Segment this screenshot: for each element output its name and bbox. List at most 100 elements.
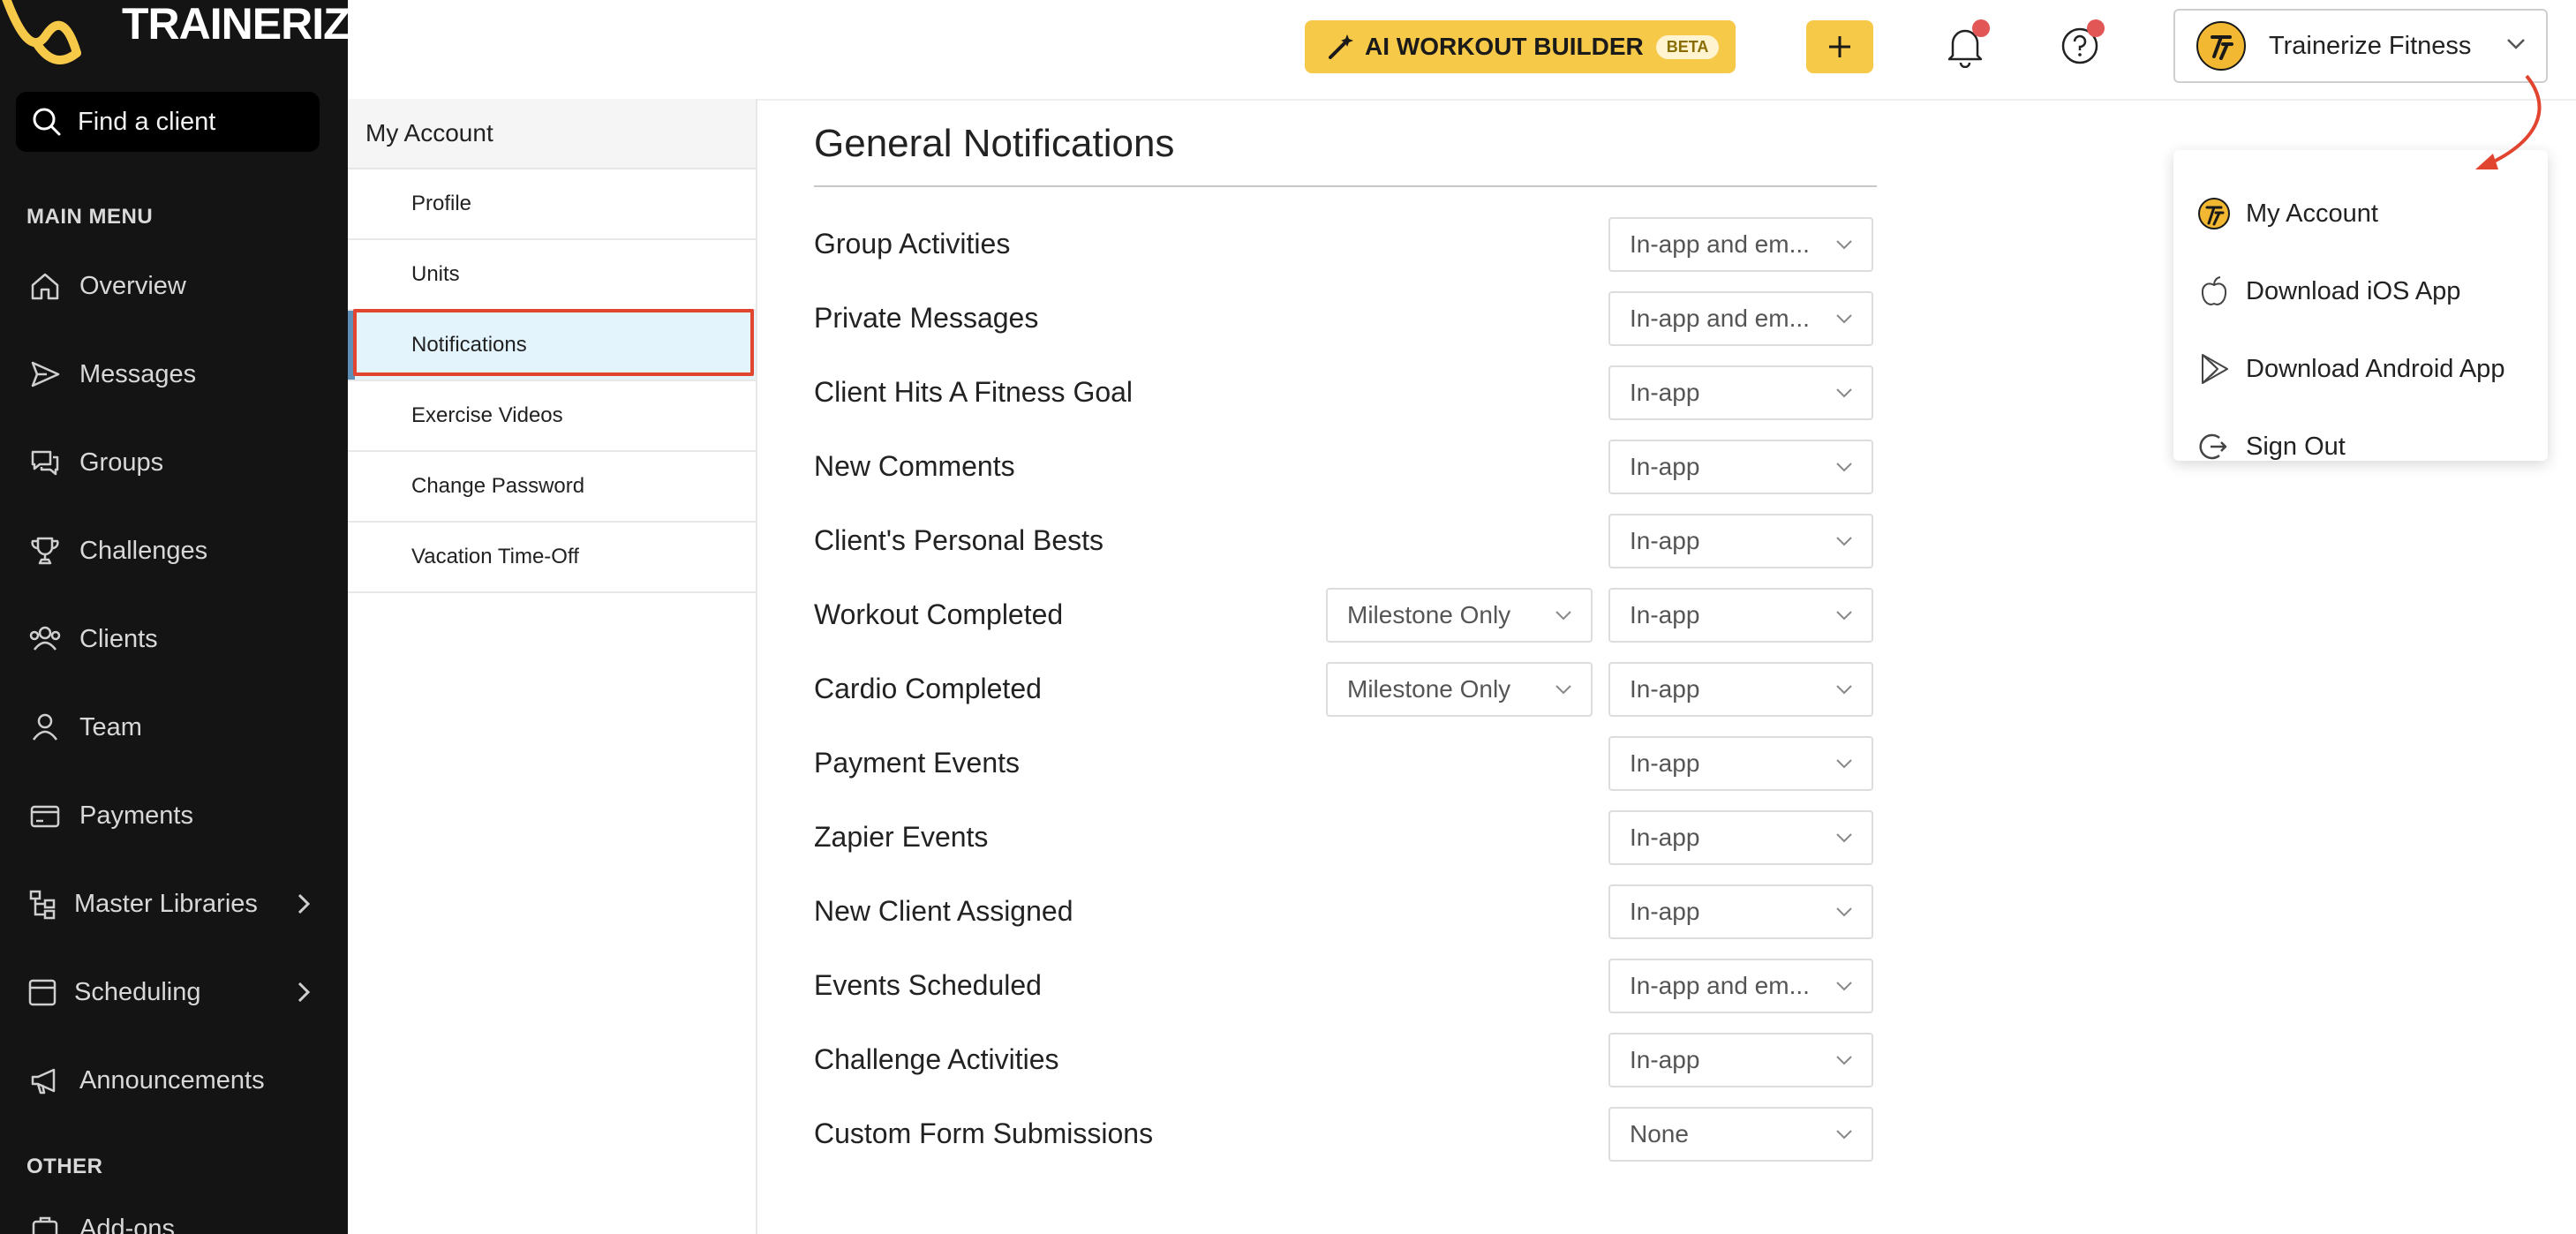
sidebar-item-payments[interactable]: Payments (25, 789, 325, 842)
chevron-down-icon (1555, 611, 1571, 621)
help-button[interactable] (2053, 19, 2106, 72)
select-value: In-app (1630, 1046, 1700, 1073)
beta-badge: BETA (1655, 34, 1720, 59)
notification-row: Zapier Events In-app (814, 810, 1879, 865)
chevron-down-icon (1836, 537, 1852, 546)
menu-item-download-android[interactable]: Download Android App (2196, 342, 2504, 395)
magic-wand-icon (1329, 34, 1353, 59)
sidebar-item-overview[interactable]: Overview (25, 260, 325, 312)
menu-item-download-ios[interactable]: Download iOS App (2196, 265, 2460, 318)
delivery-select[interactable]: In-app (1608, 736, 1873, 791)
add-ons-icon (25, 1208, 65, 1234)
chevron-down-icon (1836, 833, 1852, 843)
chevron-down-icon (1836, 685, 1852, 695)
chevron-down-icon (1836, 611, 1852, 621)
subnav-item-profile[interactable]: Profile (348, 169, 756, 240)
sidebar-item-label: Scheduling (74, 977, 201, 1006)
menu-item-label: My Account (2246, 199, 2378, 228)
sidebar-item-announcements[interactable]: Announcements (25, 1054, 325, 1107)
chevron-down-icon (1836, 759, 1852, 769)
chevron-down-icon (2507, 39, 2525, 49)
find-client-search[interactable]: Find a client (16, 92, 320, 152)
row-label: Custom Form Submissions (814, 1117, 1154, 1149)
delivery-select[interactable]: None (1608, 1107, 1873, 1162)
delivery-select[interactable]: In-app (1608, 662, 1873, 717)
sign-out-icon (2196, 429, 2232, 464)
sidebar-item-label: Clients (79, 624, 158, 653)
milestone-select[interactable]: Milestone Only (1326, 662, 1593, 717)
chevron-down-icon (1836, 907, 1852, 917)
delivery-select[interactable]: In-app and em... (1608, 291, 1873, 346)
notification-row: Workout Completed Milestone Only In-app (814, 588, 1879, 643)
other-label: OTHER (26, 1155, 103, 1178)
sidebar-item-add-ons[interactable]: Add-ons (25, 1202, 325, 1234)
search-icon (33, 108, 61, 136)
send-icon (25, 354, 65, 395)
notifications-button[interactable] (1939, 19, 1992, 72)
menu-item-label: Download iOS App (2246, 276, 2461, 305)
sidebar-item-label: Add-ons (79, 1214, 176, 1234)
chevron-right-icon (298, 982, 311, 1003)
select-value: In-app (1630, 749, 1700, 777)
delivery-select[interactable]: In-app (1608, 810, 1873, 865)
sidebar-item-label: Messages (79, 359, 197, 388)
brand-avatar-icon (2196, 196, 2232, 231)
megaphone-icon (25, 1060, 65, 1101)
delivery-select[interactable]: In-app (1608, 365, 1873, 420)
delivery-select[interactable]: In-app and em... (1608, 959, 1873, 1013)
sidebar-item-master-libraries[interactable]: Master Libraries (25, 877, 325, 930)
account-name: Trainerize Fitness (2269, 31, 2472, 60)
row-label: New Comments (814, 450, 1015, 482)
row-label: Client's Personal Bests (814, 524, 1104, 556)
delivery-select[interactable]: In-app (1608, 884, 1873, 939)
select-value: In-app (1630, 453, 1700, 480)
sidebar-item-label: Team (79, 712, 142, 741)
subnav-item-notifications[interactable]: Notifications (348, 311, 756, 381)
subnav-item-change-password[interactable]: Change Password (348, 452, 756, 523)
ai-workout-builder-button[interactable]: AI WORKOUT BUILDER BETA (1305, 20, 1736, 73)
title-divider (814, 185, 1877, 187)
select-value: None (1630, 1120, 1689, 1147)
sidebar-item-team[interactable]: Team (25, 701, 325, 754)
milestone-select[interactable]: Milestone Only (1326, 588, 1593, 643)
sidebar-item-challenges[interactable]: Challenges (25, 524, 325, 577)
select-value: In-app and em... (1630, 230, 1810, 258)
row-label: Events Scheduled (814, 969, 1042, 1001)
row-label: Client Hits A Fitness Goal (814, 376, 1134, 408)
chevron-down-icon (1836, 463, 1852, 472)
delivery-select[interactable]: In-app (1608, 440, 1873, 494)
chevron-down-icon (1555, 685, 1571, 695)
delivery-select[interactable]: In-app (1608, 588, 1873, 643)
notification-row: Client Hits A Fitness Goal In-app (814, 365, 1879, 420)
subnav-title: My Account (348, 99, 756, 169)
brand-avatar-icon (2196, 21, 2246, 71)
account-dropdown-menu: My Account Download iOS App Download And… (2173, 150, 2548, 461)
delivery-select[interactable]: In-app and em... (1608, 217, 1873, 272)
annotation-arrow (2475, 74, 2542, 169)
subnav-item-units[interactable]: Units (348, 240, 756, 311)
select-value: In-app (1630, 601, 1700, 628)
sidebar-item-clients[interactable]: Clients (25, 613, 325, 666)
notification-row: Client's Personal Bests In-app (814, 514, 1879, 568)
chevron-down-icon (1836, 388, 1852, 398)
subnav-item-exercise-videos[interactable]: Exercise Videos (348, 381, 756, 452)
sidebar-item-label: Groups (79, 448, 164, 477)
sidebar-item-groups[interactable]: Groups (25, 436, 325, 489)
sidebar-item-scheduling[interactable]: Scheduling (25, 966, 325, 1019)
add-button[interactable] (1806, 20, 1873, 73)
trophy-icon (25, 530, 65, 571)
sidebar-item-messages[interactable]: Messages (25, 348, 325, 401)
menu-item-my-account[interactable]: My Account (2196, 187, 2378, 240)
delivery-select[interactable]: In-app (1608, 1033, 1873, 1087)
delivery-select[interactable]: In-app (1608, 514, 1873, 568)
row-label: Private Messages (814, 302, 1039, 334)
menu-item-sign-out[interactable]: Sign Out (2196, 420, 2346, 473)
row-label: New Client Assigned (814, 895, 1073, 927)
chevron-down-icon (1836, 1130, 1852, 1140)
subnav-item-vacation-time-off[interactable]: Vacation Time-Off (348, 523, 756, 593)
logo[interactable]: TRAINERIZE (0, 0, 348, 76)
select-value: In-app (1630, 379, 1700, 406)
plus-icon (1829, 36, 1850, 57)
help-dot (2087, 19, 2105, 37)
account-subnav: My Account Profile Units Notifications E… (348, 99, 757, 1234)
